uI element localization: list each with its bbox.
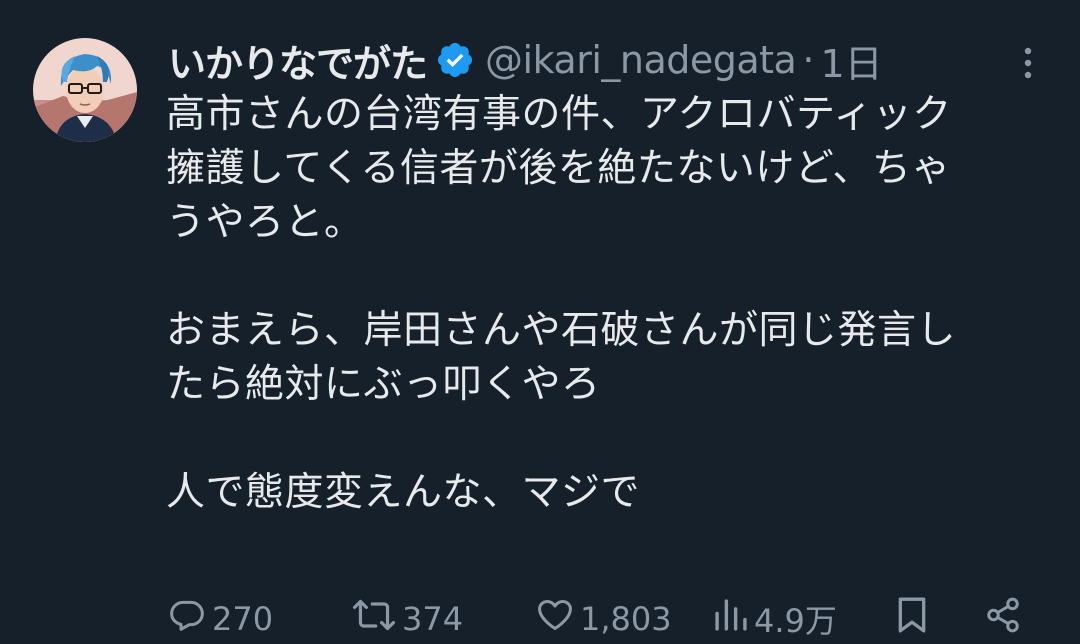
tweet-text-line: うやろと。	[166, 200, 364, 245]
retweet-button[interactable]: 374	[352, 594, 463, 644]
avatar-image	[33, 38, 137, 142]
tweet: いかりなでがた @ikari_nadegata · 1日 高市さんの台湾有事の件…	[0, 0, 1080, 644]
author-handle[interactable]: @ikari_nadegata	[485, 38, 797, 82]
reply-icon	[168, 596, 206, 642]
tweet-text-line	[166, 412, 1046, 466]
like-count: 1,803	[580, 600, 672, 638]
author-display-name[interactable]: いかりなでがた	[168, 33, 428, 88]
bookmark-button[interactable]	[894, 594, 930, 644]
avatar[interactable]	[33, 38, 137, 142]
views-bar-chart-icon	[714, 596, 748, 642]
tweet-header: いかりなでがた @ikari_nadegata · 1日	[168, 28, 883, 92]
tweet-text-line: 高市さんの台湾有事の件、アクロバティック	[166, 92, 952, 137]
retweet-icon	[352, 596, 396, 642]
bookmark-icon	[894, 595, 930, 643]
retweet-count: 374	[402, 600, 464, 638]
tweet-text-line: おまえら、岸田さんや石破さんが同じ発言し	[166, 308, 957, 353]
like-button[interactable]: 1,803	[536, 594, 672, 644]
tweet-text-line: 人で態度変えんな、マジで	[166, 470, 641, 515]
separator-dot: ·	[802, 38, 815, 82]
tweet-actions-bar: 270 374 1,803 4.9万	[166, 594, 1046, 644]
reply-count: 270	[212, 600, 274, 638]
views-count: 4.9万	[754, 602, 837, 640]
heart-icon	[536, 596, 574, 642]
tweet-timestamp[interactable]: 1日	[820, 33, 882, 88]
tweet-text-line: 擁護してくる信者が後を絶たないけど、ちゃ	[166, 146, 951, 191]
tweet-text-line	[166, 250, 1046, 304]
tweet-text: 高市さんの台湾有事の件、アクロバティック 擁護してくる信者が後を絶たないけど、ち…	[166, 88, 1046, 520]
verified-badge-icon	[435, 40, 475, 80]
share-icon	[984, 595, 1022, 643]
reply-button[interactable]: 270	[168, 594, 273, 644]
views-button[interactable]: 4.9万	[714, 594, 837, 644]
tweet-text-line: たら絶対にぶっ叩くやろ	[166, 362, 601, 407]
share-button[interactable]	[984, 594, 1022, 644]
more-vertical-icon[interactable]	[1010, 38, 1046, 88]
